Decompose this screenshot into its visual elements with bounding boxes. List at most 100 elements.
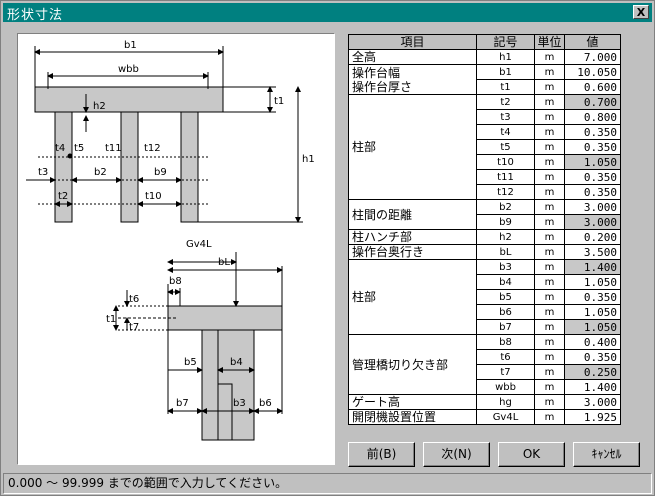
unit-cell: m [534, 109, 565, 125]
symbol-cell: hg [476, 394, 535, 410]
label-h2: h2 [93, 101, 106, 112]
close-button[interactable]: X [633, 5, 649, 19]
side-view: Gv4L bL b8 t6 t1 t7 b5 b4 b7 b3 b6 [106, 239, 283, 441]
value-input[interactable]: 3.000 [564, 394, 621, 410]
label-h1: h1 [302, 154, 315, 165]
unit-cell: m [534, 334, 565, 350]
value-input[interactable]: 7.000 [564, 49, 621, 65]
value-input[interactable]: 1.400 [564, 379, 621, 395]
symbol-cell: t3 [476, 109, 535, 125]
label-t2: t2 [58, 191, 68, 202]
value-input[interactable]: 0.350 [564, 124, 621, 140]
value-input[interactable]: 0.350 [564, 169, 621, 185]
value-input[interactable]: 0.600 [564, 79, 621, 95]
value-input[interactable]: 3.000 [564, 214, 621, 230]
value-input[interactable]: 0.250 [564, 364, 621, 380]
next-button[interactable]: 次(N) [423, 442, 490, 467]
item-label: 柱間の距離 [348, 199, 477, 230]
symbol-cell: t7 [476, 364, 535, 380]
item-label: 全高 [348, 49, 477, 65]
symbol-cell: b6 [476, 304, 535, 320]
table-body: 全高 h1 m 7.000 操作台幅 操作台厚さ b1 m 10.050 t1 m 0.600 柱部 t… [348, 49, 621, 425]
label-b4: b4 [230, 357, 243, 368]
unit-cell: m [534, 244, 565, 260]
dimension-table: 項目 記号 単位 値 全高 h1 m 7.000 操作台幅 操作台厚さ b1 m 10.050… [348, 34, 621, 425]
dimension-diagram: b1 wbb h2 t1 h1 t4 t5 t11 t12 t3 b2 b9 t… [17, 33, 335, 465]
ok-button[interactable]: OK [498, 442, 565, 467]
label-gv4l: Gv4L [186, 239, 212, 250]
value-input[interactable]: 0.350 [564, 289, 621, 305]
unit-cell: m [534, 289, 565, 305]
symbol-cell: b3 [476, 259, 535, 275]
unit-cell: m [534, 274, 565, 290]
table-header: 項目 記号 単位 値 [348, 34, 621, 50]
symbol-cell: b5 [476, 289, 535, 305]
item-label: 柱部 [348, 259, 477, 335]
symbol-cell: t11 [476, 169, 535, 185]
label-b3: b3 [233, 398, 246, 409]
symbol-cell: b4 [476, 274, 535, 290]
unit-cell: m [534, 199, 565, 215]
value-input[interactable]: 0.700 [564, 94, 621, 110]
label-t1-side: t1 [106, 314, 116, 325]
value-input[interactable]: 0.400 [564, 334, 621, 350]
value-input[interactable]: 1.050 [564, 274, 621, 290]
header-item: 項目 [348, 34, 477, 50]
item-label: ゲート高 [348, 394, 477, 410]
value-input[interactable]: 1.050 [564, 304, 621, 320]
dialog-window: 形状寸法 X b1 wbb h2 t1 h1 t4 t5 t11 t12 t3 … [0, 0, 655, 496]
value-input[interactable]: 0.350 [564, 139, 621, 155]
value-input[interactable]: 0.800 [564, 109, 621, 125]
symbol-cell: b8 [476, 334, 535, 350]
prev-button[interactable]: 前(B) [348, 442, 415, 467]
unit-cell: m [534, 349, 565, 365]
item-label: 操作台幅 操作台厚さ [348, 64, 477, 95]
label-b2: b2 [94, 167, 107, 178]
unit-cell: m [534, 64, 565, 80]
value-input[interactable]: 1.400 [564, 259, 621, 275]
symbol-cell: Gv4L [476, 409, 535, 425]
front-view: b1 wbb h2 t1 h1 t4 t5 t11 t12 t3 b2 b9 t… [26, 40, 315, 223]
window-title: 形状寸法 [7, 8, 64, 23]
unit-cell: m [534, 214, 565, 230]
unit-cell: m [534, 124, 565, 140]
unit-cell: m [534, 79, 565, 95]
label-b6: b6 [259, 398, 272, 409]
label-b1: b1 [124, 40, 137, 51]
unit-cell: m [534, 319, 565, 335]
title-bar: 形状寸法 X [3, 3, 652, 23]
unit-cell: m [534, 364, 565, 380]
value-input[interactable]: 1.050 [564, 154, 621, 170]
unit-cell: m [534, 94, 565, 110]
unit-cell: m [534, 379, 565, 395]
unit-cell: m [534, 259, 565, 275]
value-input[interactable]: 0.200 [564, 229, 621, 245]
symbol-cell: t1 [476, 79, 535, 95]
item-label: 柱ハンチ部 [348, 229, 477, 245]
label-wbb: wbb [118, 64, 139, 75]
label-b7: b7 [176, 398, 189, 409]
value-input[interactable]: 10.050 [564, 64, 621, 80]
unit-cell: m [534, 169, 565, 185]
symbol-cell: b7 [476, 319, 535, 335]
label-t12: t12 [144, 143, 161, 154]
table-row: 柱部 t2 m 0.700 [348, 94, 621, 200]
label-t11: t11 [105, 143, 122, 154]
header-value: 値 [564, 34, 621, 50]
value-input[interactable]: 0.350 [564, 184, 621, 200]
value-input[interactable]: 1.925 [564, 409, 621, 425]
table-row: 柱ハンチ部 h2 m 0.200 [348, 229, 621, 245]
table-row: 操作台幅 操作台厚さ b1 m 10.050 [348, 64, 621, 95]
value-input[interactable]: 3.500 [564, 244, 621, 260]
symbol-cell: t10 [476, 154, 535, 170]
item-label: 柱部 [348, 94, 477, 200]
value-input[interactable]: 0.350 [564, 349, 621, 365]
symbol-cell: h1 [476, 49, 535, 65]
unit-cell: m [534, 409, 565, 425]
status-bar: 0.000 ～ 99.999 までの範囲で入力してください。 [3, 473, 652, 494]
symbol-cell: b9 [476, 214, 535, 230]
value-input[interactable]: 3.000 [564, 199, 621, 215]
value-input[interactable]: 1.050 [564, 319, 621, 335]
label-bl: bL [218, 257, 230, 268]
cancel-button[interactable]: ｷｬﾝｾﾙ [573, 442, 640, 467]
